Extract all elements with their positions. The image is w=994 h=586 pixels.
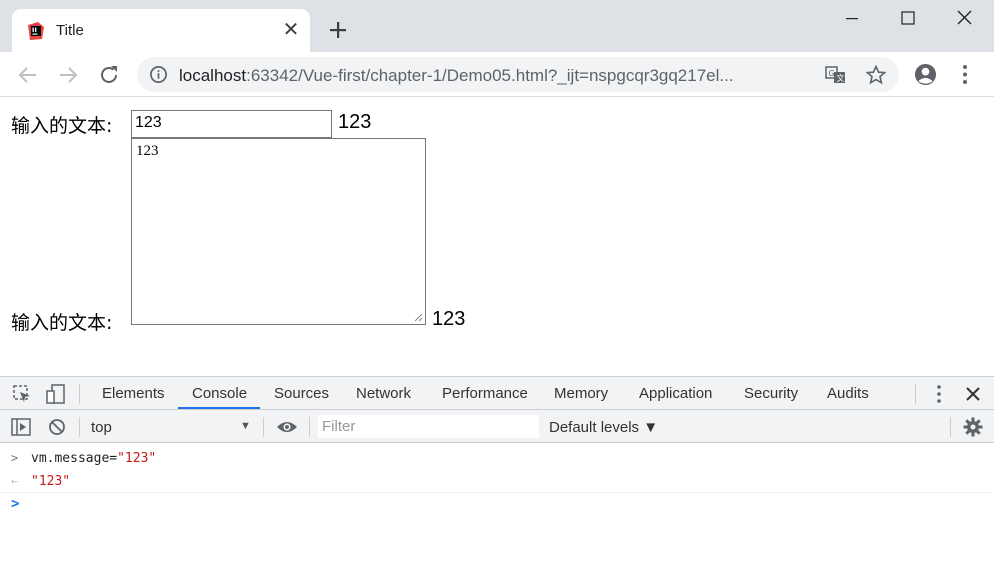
tab-network[interactable]: Network xyxy=(356,385,411,402)
toolbar-divider xyxy=(309,417,310,437)
command-string: "123" xyxy=(117,451,157,466)
svg-text:G: G xyxy=(829,69,835,78)
input-label: 输入的文本: xyxy=(11,115,113,137)
more-menu-icon[interactable] xyxy=(955,63,975,86)
intellij-favicon-icon xyxy=(28,22,44,40)
textarea-label: 输入的文本: xyxy=(11,312,113,334)
resize-grip-icon[interactable] xyxy=(413,312,423,322)
tab-close-icon[interactable]: ✕ xyxy=(281,20,301,40)
translate-icon[interactable]: G 文 xyxy=(825,65,846,85)
reload-icon[interactable] xyxy=(96,62,122,88)
context-dropdown-icon[interactable]: ▼ xyxy=(240,420,251,432)
svg-text:文: 文 xyxy=(837,73,845,83)
url-host: localhost xyxy=(179,66,247,85)
output-arrow-icon: ⇠ xyxy=(11,474,19,488)
show-sidebar-icon[interactable] xyxy=(11,418,31,436)
console-output-line: ⇠ "123" xyxy=(0,470,994,493)
devtools-panel: Elements Console Sources Network Perform… xyxy=(0,376,994,586)
tab-console[interactable]: Console xyxy=(192,385,247,402)
textarea-echo: 123 xyxy=(432,308,466,330)
context-selector[interactable]: top xyxy=(91,419,112,436)
devtools-close-icon[interactable] xyxy=(963,384,983,404)
log-levels-dropdown[interactable]: Default levels ▼ xyxy=(549,419,658,436)
tab-elements[interactable]: Elements xyxy=(102,385,165,402)
prompt-chevron-icon: > xyxy=(11,496,20,512)
maximize-icon[interactable] xyxy=(897,8,919,30)
console-command: vm.message="123" xyxy=(31,451,156,466)
url-text[interactable]: localhost:63342/Vue-first/chapter-1/Demo… xyxy=(179,66,734,86)
input-chevron-icon: > xyxy=(11,451,19,465)
forward-arrow-icon[interactable] xyxy=(55,62,81,88)
toolbar-divider xyxy=(263,417,264,437)
tab-memory[interactable]: Memory xyxy=(554,385,608,402)
device-toolbar-icon[interactable] xyxy=(45,383,67,405)
active-tab-indicator xyxy=(178,407,260,409)
tab-strip: Title ✕ xyxy=(0,0,994,52)
address-bar[interactable]: localhost:63342/Vue-first/chapter-1/Demo… xyxy=(137,57,899,92)
minimize-icon[interactable] xyxy=(841,8,863,30)
tab-title: Title xyxy=(56,22,84,39)
text-area[interactable]: 123 xyxy=(131,138,426,325)
toolbar-divider xyxy=(79,417,80,437)
inspect-element-icon[interactable] xyxy=(12,384,32,404)
console-result: "123" xyxy=(31,474,70,489)
toolbar-divider xyxy=(915,384,916,404)
info-icon[interactable] xyxy=(149,65,168,84)
clear-console-icon[interactable] xyxy=(48,418,66,436)
tab-security[interactable]: Security xyxy=(744,385,798,402)
tab-audits[interactable]: Audits xyxy=(827,385,869,402)
back-arrow-icon[interactable] xyxy=(15,62,41,88)
browser-tab[interactable]: Title ✕ xyxy=(12,9,310,52)
account-avatar-icon[interactable] xyxy=(914,63,937,86)
toolbar-divider xyxy=(79,384,80,404)
tab-sources[interactable]: Sources xyxy=(274,385,329,402)
console-prompt[interactable]: > xyxy=(0,494,994,517)
page-content: 输入的文本: 123 123 123 输入的文本: 123 xyxy=(0,98,994,376)
bookmark-star-icon[interactable] xyxy=(866,65,886,85)
browser-toolbar: localhost:63342/Vue-first/chapter-1/Demo… xyxy=(0,52,994,97)
tab-performance[interactable]: Performance xyxy=(442,385,528,402)
result-string: "123" xyxy=(31,474,71,489)
new-tab-icon[interactable] xyxy=(326,18,350,42)
devtools-menu-icon[interactable] xyxy=(931,383,947,405)
live-expression-eye-icon[interactable] xyxy=(276,420,298,434)
console-filter-input[interactable]: Filter xyxy=(318,415,539,438)
input-echo: 123 xyxy=(338,111,372,133)
window-close-icon[interactable] xyxy=(953,8,975,30)
console-toolbar: top ▼ Filter Default levels ▼ xyxy=(0,410,994,443)
text-input[interactable]: 123 xyxy=(131,110,332,138)
console-input-line: > vm.message="123" xyxy=(0,447,994,470)
url-path: :63342/Vue-first/chapter-1/Demo05.html?_… xyxy=(246,66,734,85)
console-settings-gear-icon[interactable] xyxy=(963,417,983,437)
toolbar-divider xyxy=(950,417,951,437)
devtools-tab-bar: Elements Console Sources Network Perform… xyxy=(0,377,994,410)
command-code: vm.message= xyxy=(31,451,118,466)
tab-application[interactable]: Application xyxy=(639,385,712,402)
